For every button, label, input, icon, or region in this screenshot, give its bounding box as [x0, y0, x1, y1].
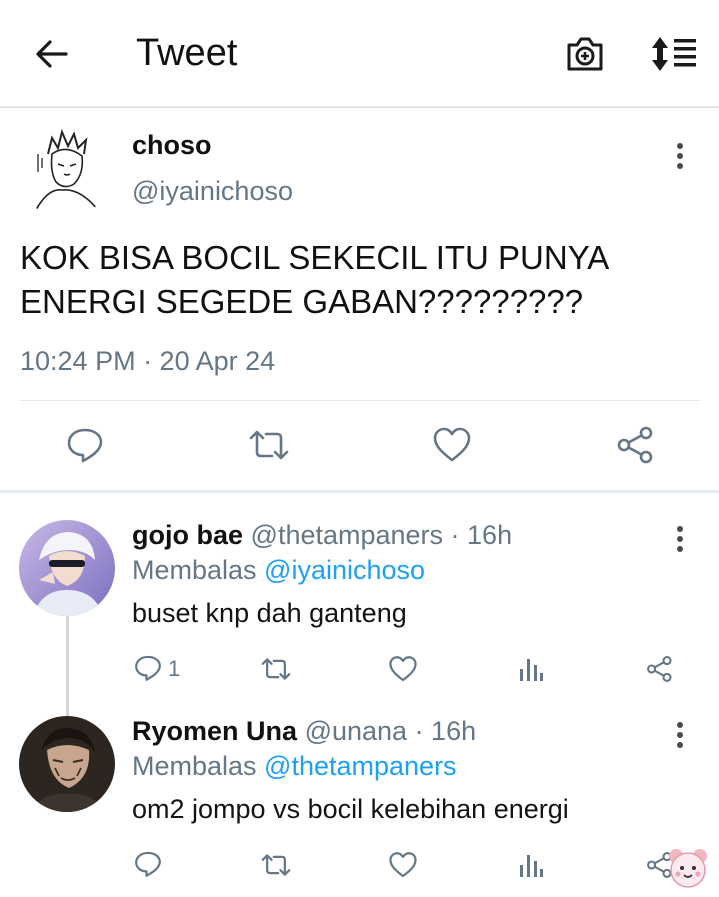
- reply-author-handle[interactable]: @unana: [305, 716, 408, 746]
- avatar[interactable]: [18, 124, 112, 218]
- back-arrow-icon[interactable]: [30, 32, 74, 76]
- analytics-icon[interactable]: [518, 851, 544, 884]
- camera-plus-icon[interactable]: [563, 33, 607, 75]
- mention-link[interactable]: @thetampaners: [264, 751, 457, 781]
- avatar[interactable]: [19, 716, 115, 812]
- tweet-author-handle[interactable]: @iyainichoso: [132, 176, 293, 207]
- replying-label: Membalas: [132, 751, 265, 781]
- reply-author-name[interactable]: Ryomen Una: [132, 716, 297, 746]
- share-icon[interactable]: [646, 655, 674, 688]
- mention-link[interactable]: @iyainichoso: [264, 555, 425, 585]
- reply-count: 1: [168, 656, 181, 681]
- section-divider: [0, 490, 719, 493]
- bear-sticker-icon: [664, 844, 712, 892]
- reply-icon[interactable]: [66, 426, 104, 469]
- page-title: Tweet: [136, 32, 238, 74]
- tweet-timestamp: 10:24 PM · 20 Apr 24: [20, 346, 276, 376]
- top-bar: Tweet: [0, 0, 719, 108]
- more-options-icon[interactable]: [670, 719, 690, 753]
- like-heart-icon[interactable]: [432, 426, 472, 469]
- reply-time: · 16h: [443, 520, 513, 550]
- like-heart-icon[interactable]: [388, 851, 418, 884]
- sort-list-icon[interactable]: [648, 33, 700, 75]
- reply-icon[interactable]: [134, 850, 162, 883]
- thread-line: [66, 616, 69, 716]
- reply-time: · 16h: [407, 716, 477, 746]
- like-heart-icon[interactable]: [388, 655, 418, 688]
- retweet-icon[interactable]: [260, 851, 292, 884]
- reply-header: gojo bae @thetampaners · 16h: [132, 520, 512, 551]
- more-options-icon[interactable]: [670, 140, 690, 174]
- retweet-icon[interactable]: [248, 426, 290, 469]
- reply-text: buset knp dah ganteng: [132, 598, 407, 628]
- more-options-icon[interactable]: [670, 523, 690, 557]
- reply-text: om2 jompo vs bocil kelebihan energi: [132, 794, 569, 824]
- tweet-text: KOK BISA BOCIL SEKECIL ITU PUNYA ENERGI …: [20, 239, 608, 320]
- replying-to: Membalas @thetampaners: [132, 751, 457, 782]
- tweet-author-name[interactable]: choso: [132, 130, 212, 161]
- divider: [20, 400, 700, 401]
- reply-author-name[interactable]: gojo bae: [132, 520, 243, 550]
- replying-label: Membalas: [132, 555, 265, 585]
- share-icon[interactable]: [616, 426, 656, 469]
- retweet-icon[interactable]: [260, 655, 292, 688]
- avatar[interactable]: [19, 520, 115, 616]
- reply-author-handle[interactable]: @thetampaners: [251, 520, 444, 550]
- replying-to: Membalas @iyainichoso: [132, 555, 425, 586]
- reply-header: Ryomen Una @unana · 16h: [132, 716, 476, 747]
- analytics-icon[interactable]: [518, 655, 544, 688]
- reply-icon[interactable]: [134, 654, 162, 687]
